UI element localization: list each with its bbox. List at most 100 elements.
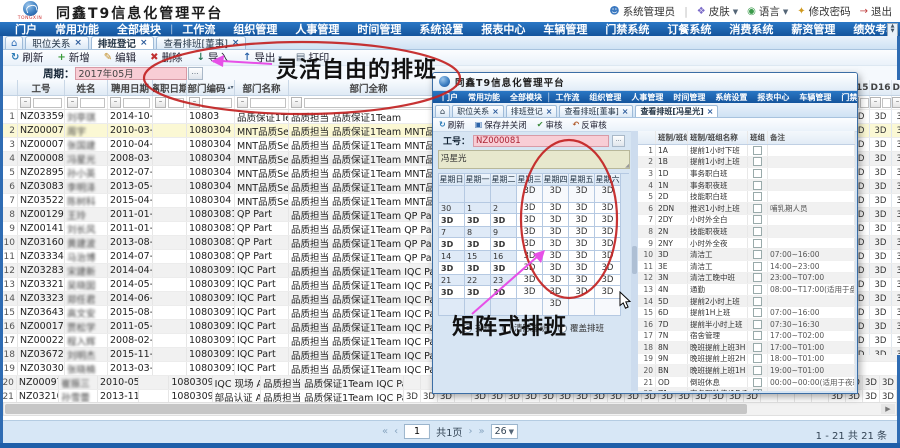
- day-shift-cell[interactable]: 3D: [892, 250, 900, 263]
- schedule-radio-2[interactable]: 覆盖排班: [558, 322, 604, 334]
- column-header[interactable]: 部门名称: [235, 80, 289, 95]
- filter-operator-button[interactable]: –: [189, 97, 200, 108]
- filter-input[interactable]: [202, 98, 232, 108]
- calendar-cell[interactable]: 3D: [491, 262, 517, 275]
- prev-page-icon[interactable]: ‹: [394, 426, 398, 437]
- day-shift-cell[interactable]: 3D: [870, 250, 892, 263]
- calendar-cell[interactable]: 14: [439, 251, 465, 262]
- tab-1[interactable]: 排班登记×: [91, 36, 155, 49]
- filter-operator-button[interactable]: –: [892, 97, 900, 108]
- filter-input[interactable]: [168, 98, 184, 108]
- toolbar-edit-button[interactable]: ✎编辑: [104, 50, 136, 65]
- day-shift-cell[interactable]: 3D: [892, 110, 900, 123]
- calendar-cell[interactable]: 3D: [465, 238, 491, 251]
- group-checkbox[interactable]: [753, 343, 762, 352]
- calendar-cell[interactable]: 3D: [569, 238, 595, 251]
- last-page-icon[interactable]: »: [478, 426, 484, 437]
- column-header[interactable]: 部门全称: [289, 80, 449, 95]
- popup-menu-item-2[interactable]: 全部模块: [505, 92, 547, 103]
- day-shift-cell[interactable]: 3D: [870, 166, 892, 179]
- filter-operator-button[interactable]: –: [291, 97, 302, 108]
- period-picker-button[interactable]: …: [188, 67, 203, 80]
- user-bar-logout[interactable]: →退出: [860, 4, 892, 19]
- day-shift-cell[interactable]: 3D: [404, 390, 421, 402]
- group-checkbox[interactable]: [753, 192, 762, 201]
- popup-audit-button[interactable]: ✔审核: [537, 119, 563, 131]
- day-shift-cell[interactable]: 3D: [870, 278, 892, 291]
- day-shift-cell[interactable]: 3D: [870, 138, 892, 151]
- popup-tab-2[interactable]: 查看排班[董事]×: [559, 105, 633, 117]
- filter-operator-button[interactable]: –: [67, 97, 78, 108]
- shift-type-row[interactable]: 199N晚班提前上班2H18:00~T01:00: [638, 354, 855, 366]
- day-column-header[interactable]: D17: [892, 80, 900, 95]
- user-bar-change-password[interactable]: ✦修改密码: [797, 4, 850, 19]
- calendar-cell[interactable]: 30: [439, 203, 465, 214]
- menu-item-2[interactable]: 全部模块: [108, 21, 170, 37]
- group-checkbox[interactable]: [753, 378, 762, 387]
- calendar-cell[interactable]: 3D: [569, 286, 595, 299]
- group-checkbox[interactable]: [753, 262, 762, 271]
- calendar-cell[interactable]: [595, 299, 621, 316]
- day-shift-cell[interactable]: 3D: [870, 348, 892, 355]
- day-shift-cell[interactable]: 3D: [892, 166, 900, 179]
- day-shift-cell[interactable]: 3D: [863, 390, 880, 402]
- day-shift-cell[interactable]: 3D: [870, 292, 892, 305]
- calendar-cell[interactable]: 3D: [491, 214, 517, 227]
- popup-tab-home[interactable]: ⌂: [435, 105, 450, 117]
- filter-input[interactable]: [80, 98, 105, 108]
- shift-type-row[interactable]: 188N晚班提前上班3H17:00~T01:00: [638, 342, 855, 354]
- menu-item-4[interactable]: 组织管理: [224, 21, 286, 37]
- current-user[interactable]: ☻ 系统管理员: [609, 4, 675, 19]
- menu-item-12[interactable]: 消费系统: [720, 21, 782, 37]
- filter-input[interactable]: [882, 98, 891, 108]
- calendar-cell[interactable]: 3D: [465, 262, 491, 275]
- toolbar-add-button[interactable]: +新增: [57, 50, 89, 65]
- shift-type-row[interactable]: 123N清洁工晚中班23:00~T07:00: [638, 273, 855, 285]
- day-shift-cell[interactable]: 3D: [892, 124, 900, 137]
- calendar-cell[interactable]: 3D: [595, 203, 621, 214]
- calendar-cell[interactable]: 2: [491, 203, 517, 214]
- day-shift-cell[interactable]: 3D: [870, 320, 892, 333]
- calendar-cell[interactable]: 3D: [439, 238, 465, 251]
- day-shift-cell[interactable]: 3D: [892, 194, 900, 207]
- toolbar-export-button[interactable]: ↑导出▾: [243, 50, 282, 65]
- day-shift-cell[interactable]: 3D: [892, 292, 900, 305]
- tab-close-icon[interactable]: ×: [546, 107, 553, 116]
- calendar-cell[interactable]: 3D: [517, 262, 543, 275]
- group-checkbox[interactable]: [753, 215, 762, 224]
- calendar-cell[interactable]: 3D: [595, 275, 621, 286]
- tab-close-icon[interactable]: ×: [140, 39, 148, 48]
- group-checkbox[interactable]: [753, 227, 762, 236]
- employee-picker-button[interactable]: …: [612, 135, 625, 147]
- calendar-cell[interactable]: 3D: [569, 227, 595, 238]
- day-shift-cell[interactable]: 3D: [892, 278, 900, 291]
- popup-menu-item-8[interactable]: 报表中心: [752, 92, 794, 103]
- column-header[interactable]: 聘用日期: [108, 80, 153, 95]
- employee-name-box[interactable]: 冯星光: [438, 150, 630, 169]
- divider-scrollbar-thumb[interactable]: [632, 246, 637, 274]
- calendar-cell[interactable]: 3D: [595, 286, 621, 299]
- day-shift-cell[interactable]: 3D: [870, 236, 892, 249]
- day-shift-cell[interactable]: 3D: [870, 264, 892, 277]
- group-checkbox[interactable]: [753, 181, 762, 190]
- calendar-cell[interactable]: 3D: [569, 186, 595, 203]
- menu-item-0[interactable]: 门户: [6, 21, 46, 37]
- shift-column-header[interactable]: 班制/班组名称: [688, 131, 748, 144]
- calendar-cell[interactable]: 3D: [595, 238, 621, 251]
- calendar-cell[interactable]: 3D: [517, 203, 543, 214]
- shift-type-row[interactable]: 62DN推迟1小时上班哺乳期人员: [638, 203, 855, 215]
- calendar-cell[interactable]: 3D: [543, 203, 569, 214]
- calendar-cell[interactable]: 3D: [543, 286, 569, 299]
- tab-close-icon[interactable]: ×: [622, 107, 629, 116]
- calendar-cell[interactable]: 7: [439, 227, 465, 238]
- page-size-select[interactable]: 26 ▼: [491, 424, 518, 439]
- shift-type-row[interactable]: 145D提前2小时上班: [638, 296, 855, 308]
- group-checkbox[interactable]: [753, 331, 762, 340]
- shift-type-row[interactable]: 52D技能职白班: [638, 191, 855, 203]
- day-shift-cell[interactable]: 3D: [892, 222, 900, 235]
- popup-tab-0[interactable]: 职位关系×: [452, 105, 504, 117]
- popup-tab-1[interactable]: 排班登记×: [506, 105, 558, 117]
- shift-type-row[interactable]: 21OD倒班休息00:00~00:00(适用于夜班转白班,休息一天): [638, 377, 855, 389]
- group-checkbox[interactable]: [753, 146, 762, 155]
- calendar-cell[interactable]: [465, 186, 491, 203]
